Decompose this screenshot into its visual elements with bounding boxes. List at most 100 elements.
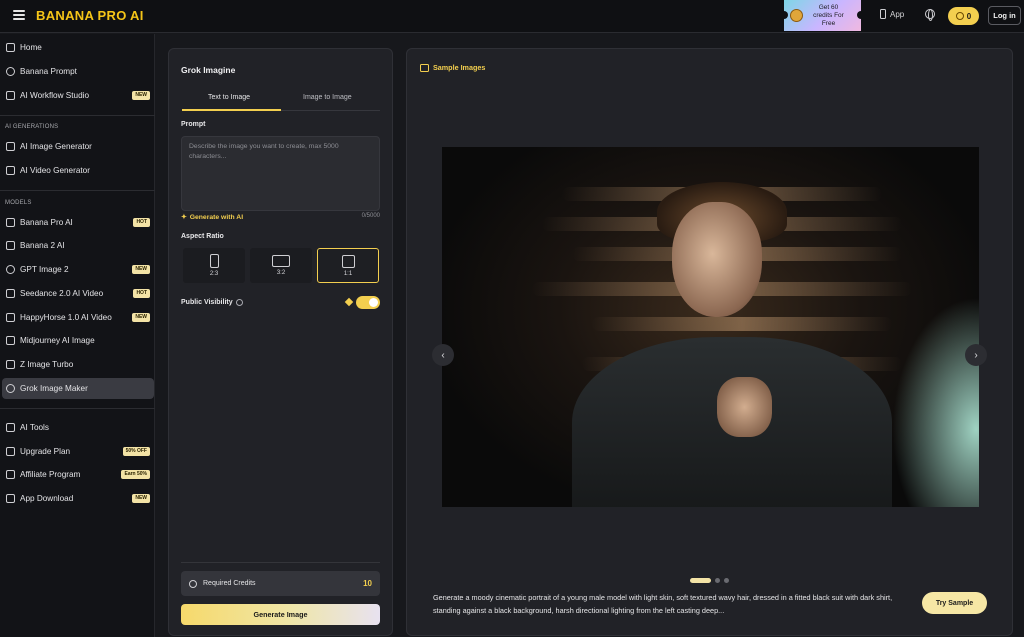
sidebar-item-z-image-turbo[interactable]: Z Image Turbo (2, 354, 154, 375)
home-icon (6, 43, 15, 52)
sidebar-item-app-download[interactable]: App Download NEW (2, 488, 154, 509)
hot-badge: HOT (133, 218, 150, 227)
sidebar-item-ai-tools[interactable]: AI Tools (2, 417, 154, 438)
promo-text: Get 60 credits For Free (813, 3, 844, 27)
sidebar-item-affiliate-program[interactable]: Affiliate Program Earn 50% (2, 464, 154, 485)
app-button[interactable]: App (880, 9, 904, 19)
sidebar-item-home[interactable]: Home (2, 37, 154, 58)
divider (0, 190, 155, 191)
hot-badge: HOT (133, 289, 150, 298)
sidebar: Home Banana Prompt AI Workflow Studio NE… (0, 34, 155, 637)
gpt-icon (6, 265, 15, 274)
new-badge: NEW (132, 265, 150, 274)
generate-with-ai-button[interactable]: ✦ Generate with AI (181, 213, 243, 222)
globe-icon (925, 9, 935, 21)
sidebar-item-label: Grok Image Maker (20, 384, 88, 393)
sidebar-item-label: Banana Prompt (20, 67, 77, 76)
sidebar-item-ai-workflow-studio[interactable]: AI Workflow Studio NEW (2, 85, 154, 106)
credits-balance[interactable]: 0 (948, 7, 979, 25)
app-label: App (890, 9, 905, 19)
sidebar-item-label: Z Image Turbo (20, 360, 74, 369)
chevron-left-icon: ‹ (441, 349, 445, 361)
prompt-label: Prompt (181, 121, 206, 128)
sidebar-item-grok-image-maker[interactable]: Grok Image Maker (2, 378, 154, 399)
tab-text-to-image[interactable]: Text to Image (208, 94, 250, 101)
menu-icon[interactable] (13, 10, 25, 20)
section-label-models: MODELS (5, 200, 32, 206)
phone-icon (6, 494, 15, 503)
image-icon (6, 142, 15, 151)
sidebar-item-ai-video-generator[interactable]: AI Video Generator (2, 160, 154, 181)
sidebar-item-label: Midjourney AI Image (20, 336, 95, 345)
promo-banner[interactable]: Get 60 credits For Free (784, 0, 861, 31)
carousel-prev-button[interactable]: ‹ (432, 344, 454, 366)
generate-image-button[interactable]: Generate Image (181, 604, 380, 625)
new-badge: NEW (132, 91, 150, 100)
divider (0, 115, 155, 116)
sample-images-title: Sample Images (433, 63, 486, 72)
diamond-icon (6, 447, 15, 456)
coin-icon (189, 579, 197, 588)
login-button[interactable]: Log in (988, 6, 1021, 25)
new-badge: NEW (132, 313, 150, 322)
chevron-right-icon: › (974, 349, 978, 361)
sidebar-item-happyhorse-video[interactable]: HappyHorse 1.0 AI Video NEW (2, 307, 154, 328)
new-badge: NEW (132, 494, 150, 503)
tools-icon (6, 423, 15, 432)
required-credits: Required Credits 10 (181, 571, 380, 596)
carousel-dot[interactable] (690, 578, 711, 583)
seedance-icon (6, 289, 15, 298)
earn-badge: Earn 50% (121, 470, 150, 479)
square-ratio-icon (341, 254, 355, 268)
diamond-icon (344, 297, 354, 307)
carousel-dot[interactable] (724, 578, 729, 583)
banana-icon (6, 218, 15, 227)
language-button[interactable] (925, 9, 935, 21)
credits-count: 0 (966, 11, 972, 21)
workflow-icon (6, 91, 15, 100)
sample-images-header: Sample Images (420, 63, 485, 72)
sidebar-item-banana-prompt[interactable]: Banana Prompt (2, 61, 154, 82)
ratio-label: 1:1 (343, 270, 353, 277)
sidebar-item-label: AI Video Generator (20, 166, 90, 175)
sidebar-item-gpt-image-2[interactable]: GPT Image 2 NEW (2, 259, 154, 280)
sidebar-item-label: Seedance 2.0 AI Video (20, 289, 104, 298)
info-icon[interactable] (235, 299, 243, 306)
carousel-next-button[interactable]: › (965, 344, 987, 366)
sidebar-item-ai-image-generator[interactable]: AI Image Generator (2, 136, 154, 157)
divider (0, 408, 155, 409)
tab-image-to-image[interactable]: Image to Image (303, 94, 352, 101)
carousel-indicator (690, 578, 729, 583)
sidebar-item-banana-2-ai[interactable]: Banana 2 AI (2, 235, 154, 256)
sidebar-item-label: Affiliate Program (20, 470, 81, 479)
ratio-option-2-3[interactable]: 2:3 (183, 248, 245, 283)
public-visibility-label: Public Visibility (181, 299, 243, 306)
sidebar-item-seedance-video[interactable]: Seedance 2.0 AI Video HOT (2, 283, 154, 304)
carousel-dot[interactable] (715, 578, 720, 583)
sidebar-item-banana-pro-ai[interactable]: Banana Pro AI HOT (2, 212, 154, 233)
sidebar-item-upgrade-plan[interactable]: Upgrade Plan 50% OFF (2, 441, 154, 462)
landscape-ratio-icon (272, 255, 290, 267)
sidebar-item-label: Home (20, 43, 42, 52)
video-icon (6, 166, 15, 175)
sidebar-item-midjourney-image[interactable]: Midjourney AI Image (2, 330, 154, 351)
ratio-label: 3:2 (276, 270, 286, 276)
sidebar-item-label: AI Image Generator (20, 142, 92, 151)
affiliate-icon (6, 470, 15, 479)
coin-icon (790, 9, 803, 22)
ratio-option-3-2[interactable]: 3:2 (250, 248, 312, 283)
brand-logo[interactable]: BANANA PRO AI (36, 8, 144, 23)
divider (181, 562, 380, 563)
horse-icon (6, 313, 15, 322)
active-tab-indicator (182, 109, 281, 111)
sidebar-item-label: Banana Pro AI (20, 218, 73, 227)
try-sample-button[interactable]: Try Sample (922, 592, 987, 614)
banana-icon (6, 241, 15, 250)
prompt-input[interactable]: Describe the image you want to create, m… (181, 136, 380, 211)
sidebar-item-label: Banana 2 AI (20, 241, 65, 250)
public-visibility-toggle[interactable] (356, 296, 380, 309)
generator-panel: Grok Imagine Text to Image Image to Imag… (168, 48, 393, 636)
panel-title: Grok Imagine (181, 65, 236, 75)
sparkle-icon: ✦ (181, 214, 187, 221)
ratio-option-1-1[interactable]: 1:1 (317, 248, 379, 283)
